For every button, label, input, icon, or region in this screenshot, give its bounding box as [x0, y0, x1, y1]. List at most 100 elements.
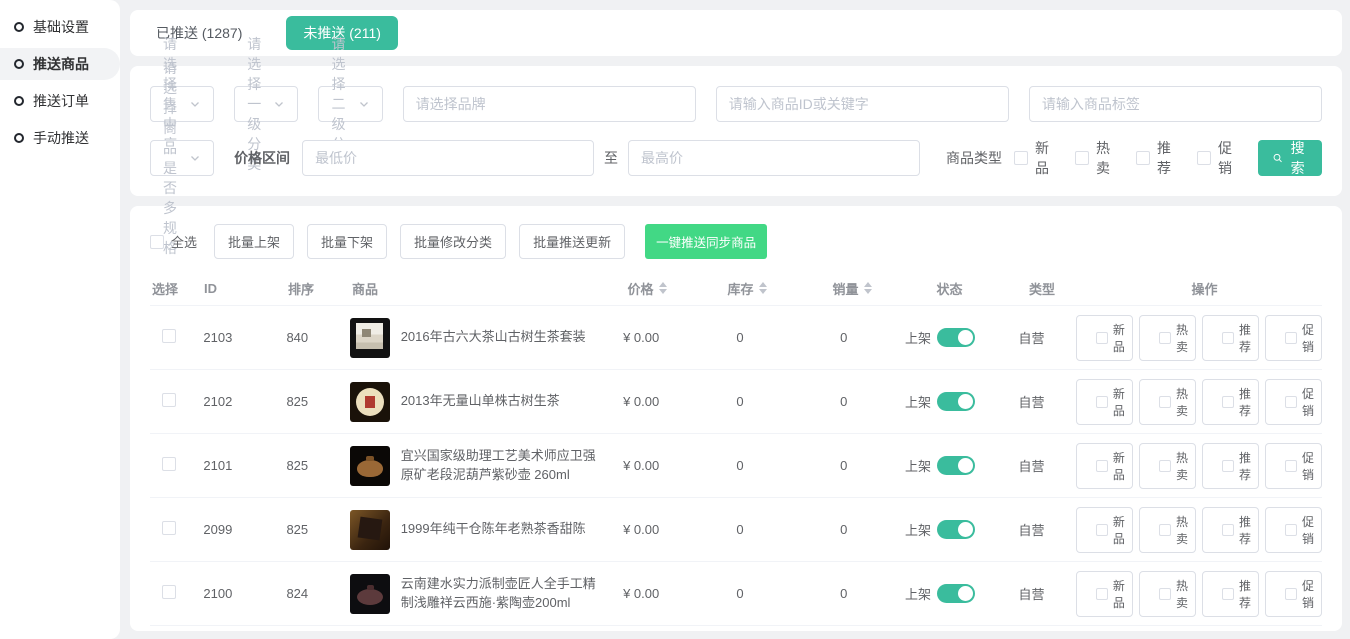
type-checkbox-new[interactable]: 新品: [1014, 138, 1049, 178]
op-button-new[interactable]: 新品: [1076, 379, 1133, 425]
multi-spec-select[interactable]: 请选择商品是否多规格: [150, 140, 214, 176]
checkbox-icon: [1285, 396, 1297, 408]
max-price-input[interactable]: [628, 140, 920, 176]
checkbox-icon: [1222, 524, 1234, 536]
type-checkbox-hot[interactable]: 热卖: [1075, 138, 1110, 178]
op-button-recommend[interactable]: 推荐: [1202, 571, 1259, 617]
table-header: 选择 ID 排序 商品 价格 库存 销量: [150, 271, 1322, 305]
checkbox-icon: [150, 235, 164, 249]
checkbox-icon: [1285, 460, 1297, 472]
chevron-down-icon: [189, 152, 201, 164]
cell-select: [150, 521, 197, 538]
search-button-label: 搜索: [1288, 138, 1307, 178]
brand-input[interactable]: [403, 86, 696, 122]
table-row: 2102 825 2013年无量山单株古树生茶 ¥ 0.00 0 0 上架 自营…: [150, 369, 1322, 433]
op-button-new[interactable]: 新品: [1076, 507, 1133, 553]
op-button-promo[interactable]: 促销: [1265, 379, 1322, 425]
op-label: 热卖: [1176, 449, 1188, 483]
product-name: 2013年无量山单株古树生茶: [401, 392, 560, 411]
op-button-new[interactable]: 新品: [1076, 443, 1133, 489]
op-label: 推荐: [1239, 385, 1251, 419]
op-label: 热卖: [1176, 321, 1188, 355]
row-sort: 825: [284, 522, 349, 537]
row-checkbox[interactable]: [162, 393, 176, 407]
row-id: 2103: [197, 330, 284, 345]
radio-circle-icon: [14, 96, 24, 106]
sales-sort-control[interactable]: 销量: [832, 279, 871, 298]
select-all-label: 全选: [171, 232, 197, 251]
status-toggle[interactable]: [937, 456, 975, 475]
row-type: 自营: [987, 520, 1076, 539]
op-button-recommend[interactable]: 推荐: [1202, 315, 1259, 361]
type-checkbox-promo[interactable]: 促销: [1197, 138, 1232, 178]
op-button-hot[interactable]: 热卖: [1139, 379, 1196, 425]
status-toggle[interactable]: [937, 328, 975, 347]
stock-sort-control[interactable]: 库存: [727, 279, 766, 298]
op-button-hot[interactable]: 热卖: [1139, 571, 1196, 617]
product-name: 2016年古六大茶山古树生茶套装: [401, 328, 586, 347]
sidebar-item-manual-push[interactable]: 手动推送: [0, 122, 120, 154]
op-button-recommend[interactable]: 推荐: [1202, 507, 1259, 553]
op-button-promo[interactable]: 促销: [1265, 571, 1322, 617]
checkbox-icon: [1159, 396, 1171, 408]
op-button-hot[interactable]: 热卖: [1139, 507, 1196, 553]
checkbox-icon: [1159, 332, 1171, 344]
product-name: 云南建水实力派制壶匠人全手工精制浅雕祥云西施·紫陶壶200ml: [401, 575, 597, 613]
checkbox-icon: [1159, 588, 1171, 600]
op-button-promo[interactable]: 促销: [1265, 315, 1322, 361]
row-checkbox[interactable]: [162, 585, 176, 599]
tag-input[interactable]: [1029, 86, 1322, 122]
batch-edit-category-button[interactable]: 批量修改分类: [400, 224, 506, 259]
category1-select[interactable]: 请选择一级分类: [234, 86, 298, 122]
op-button-promo[interactable]: 促销: [1265, 507, 1322, 553]
row-type: 自营: [987, 584, 1076, 603]
status-label: 上架: [905, 456, 931, 475]
checkbox-icon: [1285, 332, 1297, 344]
sort-carets-icon: [759, 282, 767, 294]
batch-on-shelf-button[interactable]: 批量上架: [214, 224, 294, 259]
cell-status: 上架: [893, 328, 987, 347]
batch-push-update-button[interactable]: 批量推送更新: [519, 224, 625, 259]
sidebar-item-basic-settings[interactable]: 基础设置: [0, 11, 120, 43]
one-click-sync-button[interactable]: 一键推送同步商品: [645, 224, 767, 259]
op-button-new[interactable]: 新品: [1076, 315, 1133, 361]
category2-select[interactable]: 请选择二级分类: [318, 86, 382, 122]
op-button-promo[interactable]: 促销: [1265, 443, 1322, 489]
status-toggle[interactable]: [937, 520, 975, 539]
keyword-input[interactable]: [716, 86, 1009, 122]
op-button-hot[interactable]: 热卖: [1139, 315, 1196, 361]
op-label: 热卖: [1176, 513, 1188, 547]
to-label: 至: [604, 148, 618, 168]
tab-bar: 已推送 (1287) 未推送 (211): [130, 10, 1342, 56]
checkbox-label: 促销: [1218, 138, 1232, 178]
batch-off-shelf-button[interactable]: 批量下架: [307, 224, 387, 259]
header-product: 商品: [352, 279, 602, 298]
op-button-hot[interactable]: 热卖: [1139, 443, 1196, 489]
cell-operations: 新品 热卖 推荐 促销: [1076, 443, 1322, 489]
search-button[interactable]: 搜索: [1258, 140, 1322, 176]
row-checkbox[interactable]: [162, 457, 176, 471]
checkbox-icon: [1285, 588, 1297, 600]
status-label: 上架: [905, 328, 931, 347]
row-checkbox[interactable]: [162, 521, 176, 535]
filter-panel: 请选择售中库存 请选择一级分类 请选择二级分类 请选择商品是否多规格 价格区间 …: [130, 66, 1342, 196]
op-button-recommend[interactable]: 推荐: [1202, 443, 1259, 489]
stock-select[interactable]: 请选择售中库存: [150, 86, 214, 122]
cell-product: 1999年纯干仓陈年老熟茶香甜陈: [350, 510, 597, 550]
row-sales: 0: [794, 586, 893, 601]
checkbox-icon: [1159, 460, 1171, 472]
op-button-recommend[interactable]: 推荐: [1202, 379, 1259, 425]
status-toggle[interactable]: [937, 584, 975, 603]
row-checkbox[interactable]: [162, 329, 176, 343]
checkbox-icon: [1096, 524, 1108, 536]
sidebar-item-push-products[interactable]: 推送商品: [0, 48, 120, 80]
status-toggle[interactable]: [937, 392, 975, 411]
min-price-input[interactable]: [302, 140, 594, 176]
price-sort-control[interactable]: 价格: [627, 279, 666, 298]
checkbox-label: 新品: [1035, 138, 1049, 178]
op-button-new[interactable]: 新品: [1076, 571, 1133, 617]
type-checkbox-recommend[interactable]: 推荐: [1136, 138, 1171, 178]
sidebar-item-push-orders[interactable]: 推送订单: [0, 85, 120, 117]
select-all-checkbox[interactable]: 全选: [150, 232, 197, 251]
checkbox-label: 热卖: [1096, 138, 1110, 178]
